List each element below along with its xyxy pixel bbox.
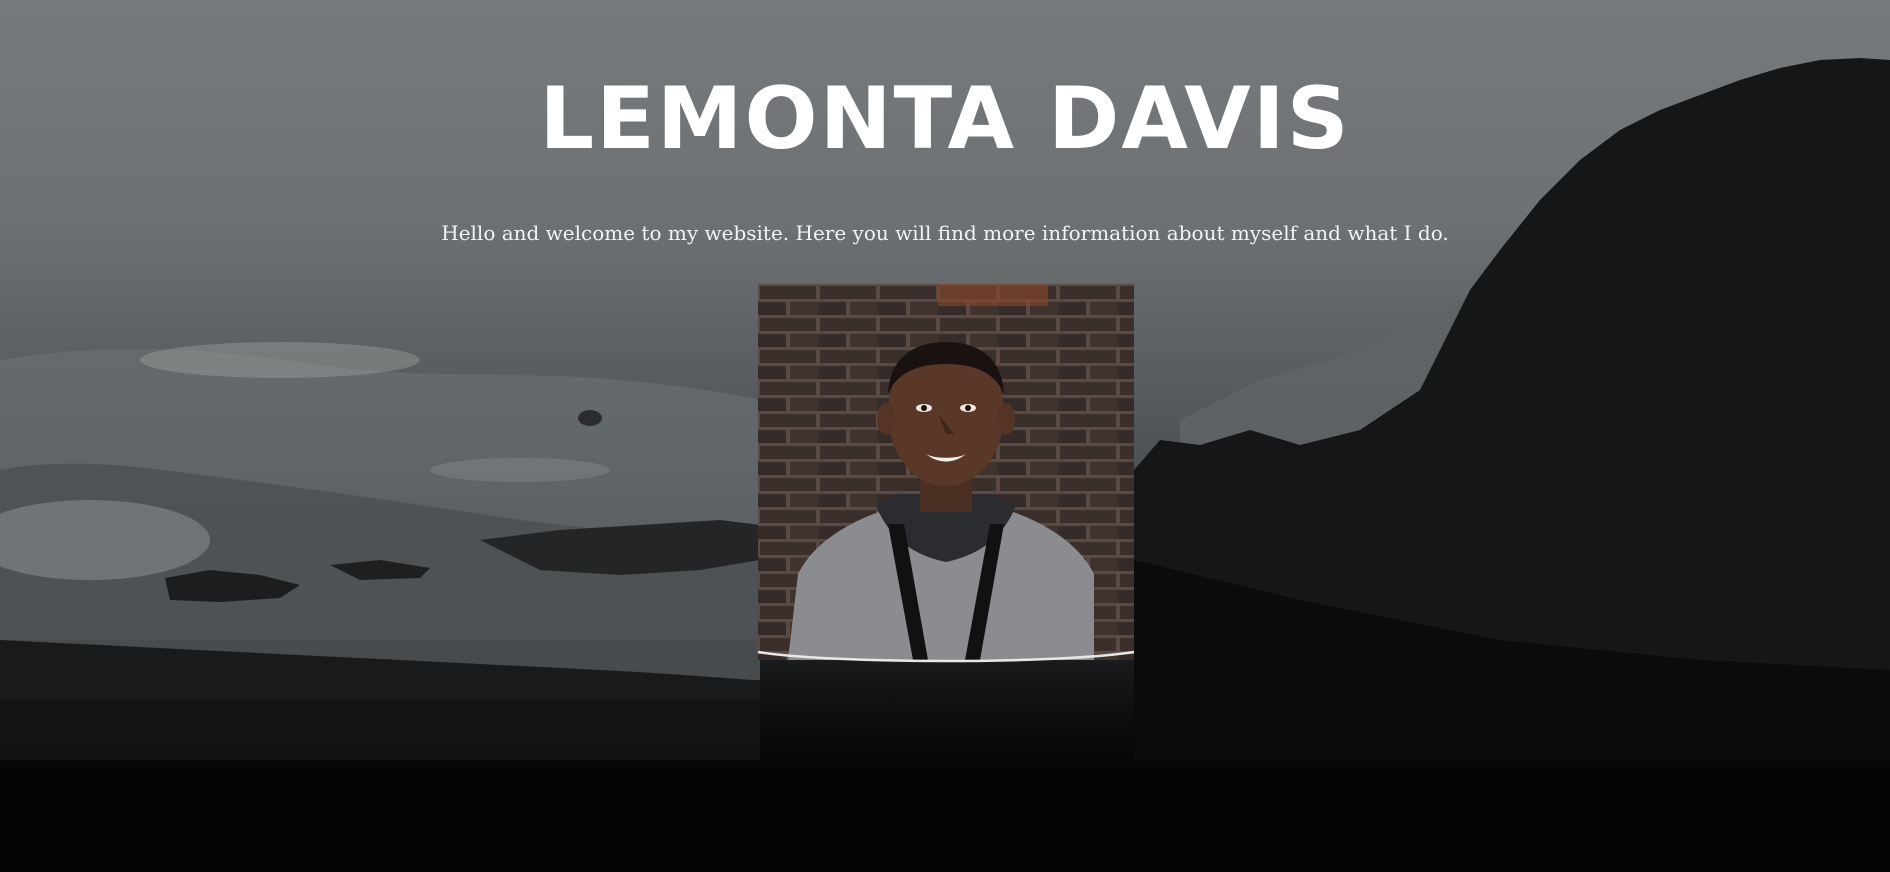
welcome-message: Hello and welcome to my website. Here yo… — [441, 221, 1449, 245]
page-title: LEMONTA DAVIS — [539, 69, 1351, 169]
hero-section: LEMONTA DAVIS Hello and welcome to my we… — [0, 0, 1890, 872]
profile-photo — [758, 284, 1134, 660]
profile-photo-image — [758, 284, 1134, 660]
photo-bottom-curve — [757, 650, 1135, 663]
